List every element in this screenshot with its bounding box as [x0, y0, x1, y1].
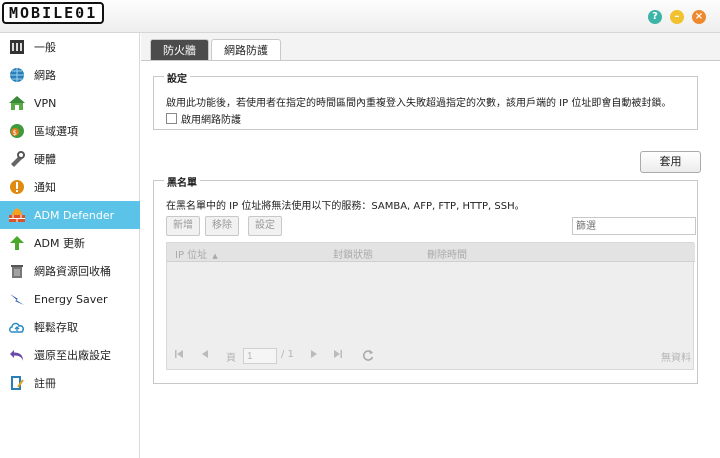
cloud-access-icon [8, 318, 26, 336]
grid-header: IP 位址 ▲ 封鎖狀態 刪除時間 [167, 243, 695, 262]
sidebar-item-network[interactable]: 網路 [0, 61, 140, 89]
settings-group-title: 設定 [164, 70, 190, 85]
sidebar-item-label: 硬體 [34, 153, 56, 166]
sidebar-item-label: 通知 [34, 181, 56, 194]
page-total: / 1 [281, 349, 294, 360]
column-ip-address[interactable]: IP 位址 ▲ [175, 246, 218, 261]
tab-content: 設定 啟用此功能後，若使用者在指定的時間區間內重複登入失敗超過指定的次數，該用戶… [141, 60, 720, 458]
blacklist-group-title: 黑名單 [164, 174, 200, 189]
sidebar-item-label: 還原至出廠設定 [34, 349, 111, 362]
sidebar-item-recycle-bin[interactable]: 網路資源回收桶 [0, 257, 140, 285]
sidebar-item-label: VPN [34, 96, 57, 110]
register-icon [8, 374, 26, 392]
tab-firewall[interactable]: 防火牆 [150, 39, 209, 60]
sidebar-item-label: 註冊 [34, 377, 56, 390]
refresh-icon[interactable] [362, 349, 374, 364]
prev-page-icon[interactable] [200, 349, 210, 362]
title-bar: MOBILE01 ? – × [0, 0, 720, 33]
apply-button[interactable]: 套用 [640, 151, 701, 173]
first-page-icon[interactable] [174, 349, 184, 362]
sidebar: 一般 網路 VPN $ 區域選項 硬體 通知 ADM Defender ADM … [0, 33, 140, 458]
sidebar-item-vpn[interactable]: VPN [0, 89, 140, 117]
no-data-text: 無資料 [661, 353, 691, 364]
page-number-input[interactable] [243, 348, 277, 364]
sidebar-item-adm-defender[interactable]: ADM Defender [0, 201, 140, 229]
sidebar-item-label: 一般 [34, 41, 56, 54]
column-block-status[interactable]: 封鎖狀態 [333, 246, 373, 261]
update-arrow-icon [8, 234, 26, 252]
help-button[interactable]: ? [648, 10, 662, 24]
settings-description: 啟用此功能後，若使用者在指定的時間區間內重複登入失敗超過指定的次數，該用戶端的 … [166, 98, 672, 109]
sidebar-item-register[interactable]: 註冊 [0, 369, 140, 397]
sidebar-item-easy-access[interactable]: 輕鬆存取 [0, 313, 140, 341]
sort-asc-icon: ▲ [212, 252, 218, 260]
sidebar-item-label: 網路 [34, 69, 56, 82]
sidebar-item-adm-update[interactable]: ADM 更新 [0, 229, 140, 257]
sidebar-item-factory-reset[interactable]: 還原至出廠設定 [0, 341, 140, 369]
main-panel: 防火牆 網路防護 設定 啟用此功能後，若使用者在指定的時間區間內重複登入失敗超過… [141, 33, 720, 458]
sidebar-item-notification[interactable]: 通知 [0, 173, 140, 201]
filter-input[interactable] [572, 217, 696, 235]
vpn-house-icon [8, 94, 26, 112]
remove-button[interactable]: 移除 [205, 216, 239, 236]
pager: 頁 / 1 無資料 [167, 346, 695, 366]
enable-network-defender-checkbox[interactable] [166, 113, 177, 124]
sidebar-item-label: ADM Defender [34, 208, 115, 222]
sidebar-item-label: ADM 更新 [34, 237, 85, 250]
tab-network-defender[interactable]: 網路防護 [211, 39, 281, 60]
recycle-bin-icon [8, 262, 26, 280]
notification-icon [8, 178, 26, 196]
page-label: 頁 [226, 353, 236, 364]
sidebar-item-label: 網路資源回收桶 [34, 265, 111, 278]
last-page-icon[interactable] [333, 349, 343, 362]
minimize-icon: – [674, 11, 680, 22]
app-logo: MOBILE01 [2, 2, 105, 24]
help-icon: ? [652, 11, 658, 22]
restore-icon [8, 346, 26, 364]
sidebar-item-energy-saver[interactable]: Energy Saver [0, 285, 140, 313]
hardware-icon [8, 150, 26, 168]
sidebar-item-hardware[interactable]: 硬體 [0, 145, 140, 173]
energy-saver-icon [8, 290, 26, 308]
tab-bar: 防火牆 網路防護 [150, 39, 283, 60]
column-delete-time[interactable]: 刪除時間 [427, 246, 467, 261]
close-button[interactable]: × [692, 10, 706, 24]
sidebar-item-label: 輕鬆存取 [34, 321, 78, 334]
blacklist-grid: IP 位址 ▲ 封鎖狀態 刪除時間 頁 / 1 [166, 242, 695, 370]
globe-icon [8, 66, 26, 84]
minimize-button[interactable]: – [670, 10, 684, 24]
blacklist-description: 在黑名單中的 IP 位址將無法使用以下的服務：SAMBA, AFP, FTP, … [166, 201, 525, 212]
enable-network-defender-row[interactable]: 啟用網路防護 [166, 111, 241, 126]
firewall-icon [8, 206, 26, 224]
next-page-icon[interactable] [309, 349, 319, 362]
sidebar-item-label: 區域選項 [34, 125, 78, 138]
region-icon: $ [8, 122, 26, 140]
sidebar-item-region[interactable]: $ 區域選項 [0, 117, 140, 145]
svg-text:$: $ [13, 129, 17, 137]
sidebar-item-label: Energy Saver [34, 292, 108, 306]
blacklist-group: 黑名單 在黑名單中的 IP 位址將無法使用以下的服務：SAMBA, AFP, F… [153, 174, 698, 384]
general-icon [8, 38, 26, 56]
settings-button[interactable]: 設定 [248, 216, 282, 236]
enable-network-defender-label: 啟用網路防護 [181, 115, 241, 126]
add-button[interactable]: 新增 [166, 216, 200, 236]
sidebar-item-general[interactable]: 一般 [0, 33, 140, 61]
settings-group: 設定 啟用此功能後，若使用者在指定的時間區間內重複登入失敗超過指定的次數，該用戶… [153, 70, 698, 130]
close-icon: × [694, 11, 704, 22]
